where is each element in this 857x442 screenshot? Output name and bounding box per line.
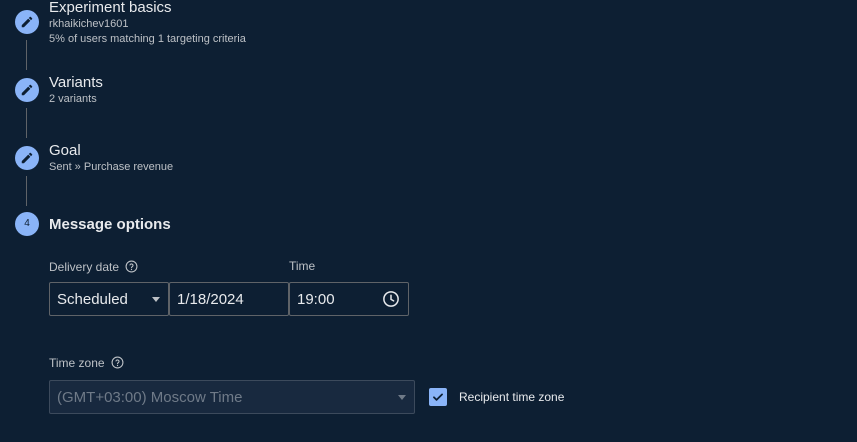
time-zone-label-text: Time zone	[49, 355, 105, 370]
step-connector	[26, 176, 27, 206]
step-4-title: Message options	[49, 216, 171, 233]
step-connector	[26, 40, 27, 70]
step-3-edit-button[interactable]	[15, 146, 39, 170]
step-1-subtitle: rkhaikichev1601	[49, 18, 129, 30]
checkmark-icon	[431, 390, 445, 404]
time-input[interactable]: 19:00	[289, 282, 409, 316]
step-1-title: Experiment basics	[49, 0, 172, 16]
step-2-edit-button[interactable]	[15, 78, 39, 102]
step-1-edit-button[interactable]	[15, 10, 39, 34]
delivery-date-value: 1/18/2024	[177, 290, 244, 308]
time-zone-select[interactable]: (GMT+03:00) Moscow Time	[49, 380, 415, 414]
step-3-title: Goal	[49, 142, 81, 159]
time-zone-label: Time zone	[49, 356, 124, 369]
pencil-icon	[20, 151, 34, 165]
step-2-subtitle: 2 variants	[49, 93, 97, 105]
delivery-type-value: Scheduled	[57, 290, 128, 308]
step-1-targeting: 5% of users matching 1 targeting criteri…	[49, 33, 246, 45]
clock-icon[interactable]	[382, 290, 400, 308]
delivery-date-label: Delivery date	[49, 260, 138, 273]
delivery-type-select[interactable]: Scheduled	[49, 282, 169, 316]
pencil-icon	[20, 15, 34, 29]
delivery-date-input[interactable]: 1/18/2024	[169, 282, 289, 316]
time-label: Time	[289, 259, 316, 273]
delivery-date-label-text: Delivery date	[49, 259, 120, 274]
pencil-icon	[20, 83, 34, 97]
experiment-setup-page: Experiment basics rkhaikichev1601 5% of …	[0, 0, 857, 442]
recipient-time-zone-checkbox[interactable]	[429, 388, 447, 406]
time-zone-value: (GMT+03:00) Moscow Time	[57, 388, 243, 406]
step-2-title: Variants	[49, 74, 103, 91]
step-number: 4	[24, 218, 30, 229]
help-icon[interactable]	[125, 260, 138, 273]
step-3-subtitle: Sent » Purchase revenue	[49, 161, 174, 173]
step-connector	[26, 108, 27, 138]
chevron-down-icon	[398, 395, 406, 400]
step-4-number-badge: 4	[15, 212, 39, 236]
recipient-time-zone-label[interactable]: Recipient time zone	[459, 391, 564, 403]
time-value: 19:00	[297, 290, 335, 308]
help-icon[interactable]	[111, 356, 124, 369]
chevron-down-icon	[152, 297, 160, 302]
